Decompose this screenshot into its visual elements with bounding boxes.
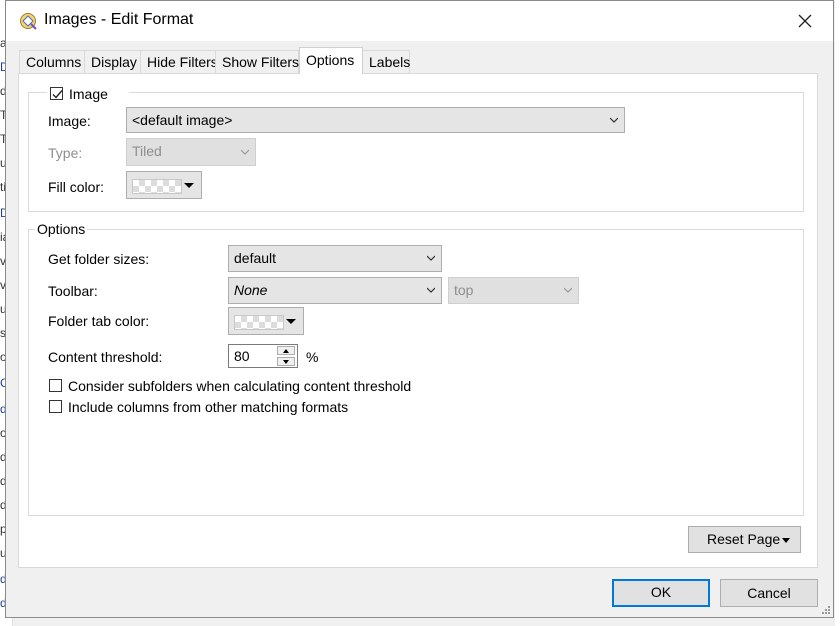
spinner-down-button[interactable]: [277, 357, 295, 366]
fill-color-label: Fill color:: [48, 179, 105, 195]
content-threshold-label: Content threshold:: [48, 349, 163, 365]
reset-page-label: Reset Page: [707, 531, 781, 547]
spinner-buttons: [277, 346, 295, 366]
chevron-down-icon: [427, 255, 435, 261]
toolbar-select[interactable]: None: [228, 277, 442, 304]
title-bar[interactable]: Images - Edit Format: [6, 1, 833, 41]
type-select-value: Tiled: [132, 143, 162, 159]
toolbar-value: None: [234, 282, 268, 298]
dropdown-arrow-icon: [184, 183, 194, 188]
background-app-edge: [835, 0, 840, 626]
ok-button[interactable]: OK: [612, 579, 710, 607]
type-select[interactable]: Tiled: [126, 138, 256, 166]
toolbar-label: Toolbar:: [48, 283, 98, 299]
folder-tab-color-label: Folder tab color:: [48, 313, 150, 329]
content-threshold-value: 80: [234, 348, 250, 364]
dropdown-arrow-icon: [782, 538, 790, 543]
chevron-down-icon: [241, 149, 249, 155]
cancel-button[interactable]: Cancel: [720, 579, 818, 607]
image-checkbox-label: Image: [69, 86, 108, 102]
edit-format-dialog: Images - Edit Format Columns Display Hid…: [5, 0, 834, 618]
tab-hide-filters[interactable]: Hide Filters: [140, 50, 218, 73]
content-threshold-unit: %: [306, 349, 319, 365]
image-checkbox[interactable]: [50, 87, 63, 100]
subfolders-checkbox[interactable]: [49, 379, 62, 392]
image-group-legend: Image: [47, 84, 129, 104]
arrow-up-icon: [283, 349, 289, 353]
transparent-swatch: [234, 315, 284, 330]
tab-labels[interactable]: Labels: [362, 50, 410, 73]
type-label: Type:: [48, 145, 83, 161]
folder-sizes-value: default: [234, 250, 277, 266]
dropdown-arrow-icon: [286, 319, 296, 324]
chevron-down-icon: [564, 287, 572, 293]
fill-color-button[interactable]: [126, 171, 202, 199]
folder-sizes-label: Get folder sizes:: [48, 251, 150, 267]
subfolders-checkbox-label: Consider subfolders when calculating con…: [68, 378, 412, 394]
chevron-down-icon: [427, 287, 435, 293]
tab-columns[interactable]: Columns: [19, 50, 85, 73]
window-title: Images - Edit Format: [44, 11, 194, 28]
toolbar-position-value: top: [454, 282, 474, 298]
reset-page-button[interactable]: Reset Page: [688, 526, 801, 553]
resize-grip-icon[interactable]: [820, 604, 830, 614]
tab-show-filters[interactable]: Show Filters: [215, 50, 299, 73]
include-columns-checkbox[interactable]: [49, 400, 62, 413]
image-select-value: <default image>: [132, 112, 233, 128]
content-threshold-spinner[interactable]: 80: [228, 344, 298, 368]
folder-tab-color-button[interactable]: [228, 307, 304, 335]
include-columns-checkbox-label: Include columns from other matching form…: [68, 399, 349, 415]
chevron-down-icon: [610, 117, 618, 123]
spinner-up-button[interactable]: [277, 346, 295, 355]
close-icon[interactable]: [793, 9, 817, 33]
image-select[interactable]: <default image>: [126, 107, 625, 133]
tab-options[interactable]: Options: [299, 47, 363, 74]
options-group-legend: Options: [35, 221, 88, 237]
options-group: [28, 229, 804, 516]
folder-sizes-select[interactable]: default: [228, 245, 442, 272]
tab-display[interactable]: Display: [84, 50, 141, 73]
app-folder-icon: [19, 11, 39, 31]
toolbar-position-select[interactable]: top: [448, 277, 579, 304]
image-label: Image:: [48, 113, 91, 129]
options-tab-panel: Image Image: <default image> Type: Tiled…: [18, 73, 818, 568]
transparent-swatch: [132, 179, 182, 194]
arrow-down-icon: [283, 360, 289, 364]
